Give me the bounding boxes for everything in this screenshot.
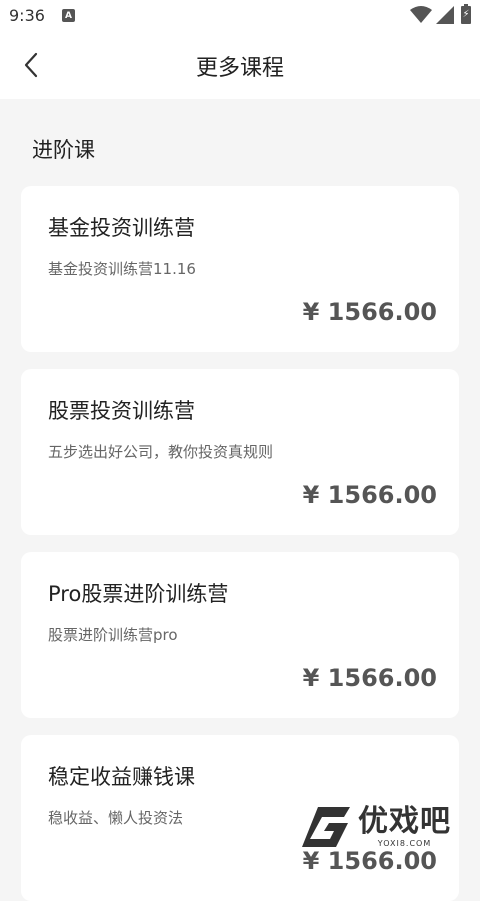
course-title: 股票投资训练营 [48,399,195,423]
watermark: 优戏吧 YOXI8.COM [300,800,480,853]
course-title: Pro股票进阶训练营 [48,582,229,606]
course-title: 基金投资训练营 [48,216,195,240]
battery-charging-icon [461,4,471,24]
notification-a-icon: A [62,9,75,22]
status-bar: 9:36 A [0,0,480,32]
course-description: 稳收益、懒人投资法 [48,809,184,827]
course-description: 五步选出好公司，教你投资真规则 [48,443,274,461]
course-card[interactable]: 股票投资训练营 五步选出好公司，教你投资真规则 ¥ 1566.00 [21,369,459,535]
course-card[interactable]: 基金投资训练营 基金投资训练营11.16 ¥ 1566.00 [21,186,459,352]
course-description: 基金投资训练营11.16 [48,260,196,278]
section-title: 进阶课 [32,138,95,162]
course-price: ¥ 1566.00 [302,481,437,509]
signal-icon [436,6,454,24]
course-card[interactable]: Pro股票进阶训练营 股票进阶训练营pro ¥ 1566.00 [21,552,459,718]
watermark-url: YOXI8.COM [377,839,432,848]
back-button[interactable] [14,48,48,82]
page-title: 更多课程 [195,55,284,81]
course-description: 股票进阶训练营pro [48,626,178,644]
nav-bar: 更多课程 [0,32,480,99]
watermark-logo-icon [302,806,350,847]
course-title: 稳定收益赚钱课 [48,765,195,789]
course-price: ¥ 1566.00 [302,298,437,326]
course-price: ¥ 1566.00 [302,664,437,692]
wifi-icon [410,6,432,23]
watermark-text: 优戏吧 [358,804,451,839]
status-time: 9:36 [9,6,45,25]
chevron-left-icon [24,52,38,78]
